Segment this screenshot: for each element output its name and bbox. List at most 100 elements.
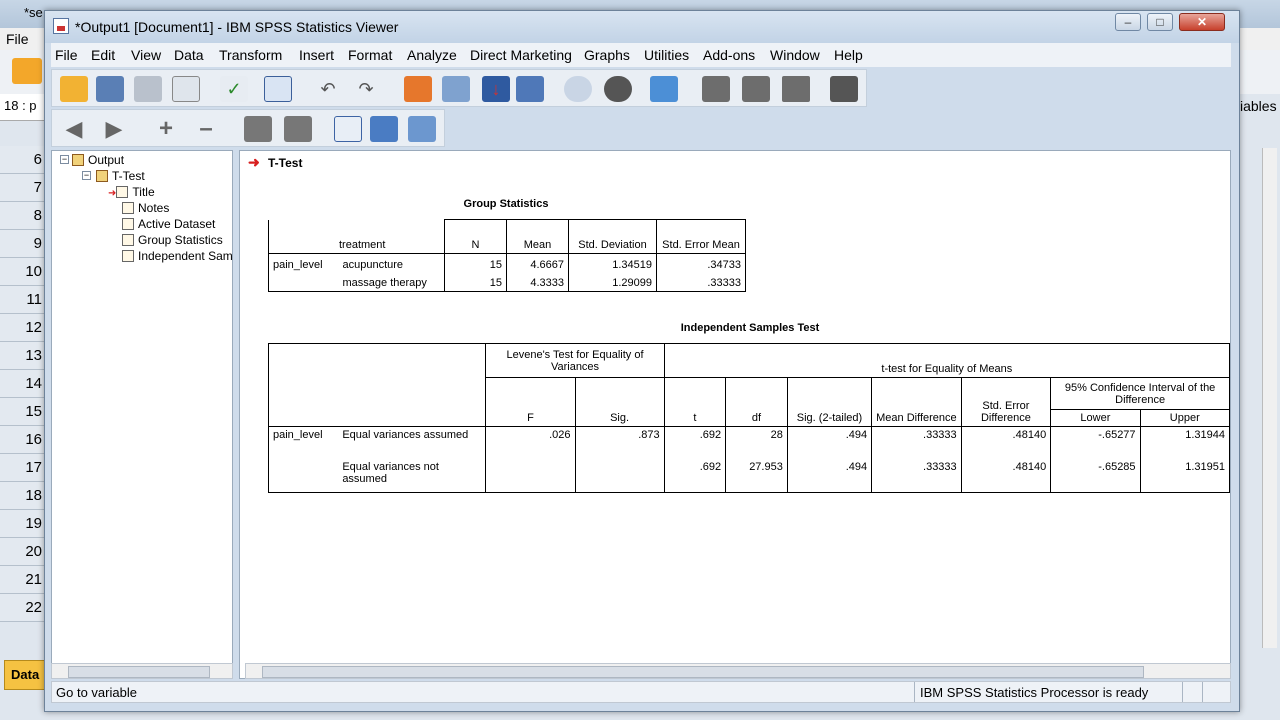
gs-header-n: N (444, 219, 507, 254)
menu-add-ons[interactable]: Add-ons (703, 47, 755, 63)
recall-dialog-icon[interactable] (264, 76, 292, 102)
menu-window[interactable]: Window (770, 47, 820, 63)
row-number[interactable]: 10 (0, 258, 44, 286)
print-preview-icon[interactable] (172, 76, 200, 102)
demote-icon[interactable] (742, 76, 770, 102)
ist-variable: pain_level (268, 426, 339, 459)
ist-upper: 1.31944 (1139, 426, 1230, 459)
row-number[interactable]: 20 (0, 538, 44, 566)
show-all-variables-icon[interactable] (604, 76, 632, 102)
ist-t: .692 (663, 458, 727, 493)
collapse-ttest-icon[interactable]: − (82, 171, 91, 180)
demote-right-icon[interactable]: ▶ (100, 116, 128, 142)
expand-plus-icon[interactable]: + (152, 116, 180, 142)
title-bar[interactable]: *Output1 [Document1] - IBM SPSS Statisti… (45, 11, 1239, 43)
insert-text-icon[interactable] (408, 116, 436, 142)
menu-view[interactable]: View (131, 47, 161, 63)
use-variable-sets-icon[interactable] (564, 76, 592, 102)
variables-icon[interactable] (516, 76, 544, 102)
gs-header-mean: Mean (506, 219, 569, 254)
outline-ttest[interactable]: T-Test (96, 169, 145, 183)
menu-graphs[interactable]: Graphs (584, 47, 630, 63)
row-number[interactable]: 15 (0, 398, 44, 426)
row-number[interactable]: 21 (0, 566, 44, 594)
print-icon[interactable] (134, 76, 162, 102)
insert-title-icon[interactable] (370, 116, 398, 142)
row-number[interactable]: 9 (0, 230, 44, 258)
goto-data-icon[interactable] (404, 76, 432, 102)
menu-utilities[interactable]: Utilities (644, 47, 689, 63)
menu-direct-marketing[interactable]: Direct Marketing (470, 47, 572, 63)
goto-case-icon[interactable] (442, 76, 470, 102)
outline-title[interactable]: ➜ Title (108, 185, 155, 199)
show-icon[interactable] (244, 116, 272, 142)
content-horizontal-scrollbar[interactable] (245, 663, 1231, 679)
data-view-tab[interactable]: Data (4, 660, 46, 690)
menu-edit[interactable]: Edit (91, 47, 115, 63)
outline-independent-samples[interactable]: Independent Sam (122, 249, 232, 263)
row-number[interactable]: 14 (0, 370, 44, 398)
hide-icon[interactable] (284, 116, 312, 142)
ttest-heading[interactable]: T-Test (268, 156, 302, 170)
gs-se: .34733 (656, 253, 746, 273)
collapse-output-icon[interactable]: − (60, 155, 69, 164)
maximize-button[interactable]: □ (1147, 13, 1173, 31)
menu-format[interactable]: Format (348, 47, 392, 63)
gs-mean: 4.3333 (506, 272, 569, 292)
spss-app-icon[interactable] (53, 18, 69, 34)
row-number[interactable]: 17 (0, 454, 44, 482)
menu-analyze[interactable]: Analyze (407, 47, 457, 63)
row-number[interactable]: 12 (0, 314, 44, 342)
promote-left-icon[interactable]: ◀ (60, 116, 88, 142)
outline-notes[interactable]: Notes (122, 201, 169, 215)
outline-horizontal-scrollbar[interactable] (51, 663, 233, 679)
ist-sig2: .494 (786, 458, 873, 493)
scrollbar-thumb[interactable] (262, 666, 1144, 678)
table-icon (122, 250, 134, 262)
minimize-button[interactable]: – (1115, 13, 1141, 31)
menu-file[interactable]: File (55, 47, 78, 63)
row-number[interactable]: 8 (0, 202, 44, 230)
background-cell-reference: 18 : p (0, 94, 44, 121)
goto-variable-icon[interactable]: ↓ (482, 76, 510, 102)
outline-output[interactable]: Output (72, 153, 124, 167)
processor-status: IBM SPSS Statistics Processor is ready (920, 685, 1149, 700)
row-number[interactable]: 11 (0, 286, 44, 314)
menu-insert[interactable]: Insert (299, 47, 334, 63)
table-row: Equal variances not assumed .692 27.953 … (268, 458, 1230, 493)
independent-samples-table[interactable]: Levene's Test for Equality of Variances … (267, 343, 1230, 493)
menu-help[interactable]: Help (834, 47, 863, 63)
save-icon[interactable] (96, 76, 124, 102)
undo-icon[interactable]: ↶ (314, 76, 342, 102)
row-number[interactable]: 19 (0, 510, 44, 538)
row-number[interactable]: 16 (0, 426, 44, 454)
collapse-minus-icon[interactable]: – (192, 116, 220, 142)
ist-mean-diff: .33333 (871, 458, 962, 493)
spell-check-icon[interactable] (650, 76, 678, 102)
insert-heading-icon[interactable] (334, 116, 362, 142)
menu-transform[interactable]: Transform (219, 47, 282, 63)
background-variables-label: iables (1240, 98, 1277, 114)
designate-window-icon[interactable] (782, 76, 810, 102)
outline-active-dataset[interactable]: Active Dataset (122, 217, 215, 231)
background-vertical-scrollbar[interactable] (1262, 148, 1277, 648)
row-number[interactable]: 6 (0, 146, 44, 174)
open-icon[interactable] (60, 76, 88, 102)
background-title: *se (24, 5, 43, 20)
create-edit-icon[interactable] (830, 76, 858, 102)
promote-icon[interactable] (702, 76, 730, 102)
output-content-pane: ➜ T-Test Group Statistics treatment N Me… (239, 150, 1231, 679)
export-icon[interactable]: ✓ (220, 76, 248, 102)
row-number[interactable]: 18 (0, 482, 44, 510)
scrollbar-thumb[interactable] (68, 666, 210, 678)
row-number[interactable]: 7 (0, 174, 44, 202)
group-statistics-table[interactable]: treatment N Mean Std. Deviation Std. Err… (268, 219, 746, 292)
close-button[interactable]: ✕ (1179, 13, 1225, 31)
outline-group-statistics[interactable]: Group Statistics (122, 233, 223, 247)
open-folder-icon[interactable] (12, 58, 42, 84)
menu-data[interactable]: Data (174, 47, 204, 63)
background-menu-file[interactable]: File (6, 31, 29, 47)
row-number[interactable]: 13 (0, 342, 44, 370)
redo-icon[interactable]: ↷ (352, 76, 380, 102)
row-number[interactable]: 22 (0, 594, 44, 622)
